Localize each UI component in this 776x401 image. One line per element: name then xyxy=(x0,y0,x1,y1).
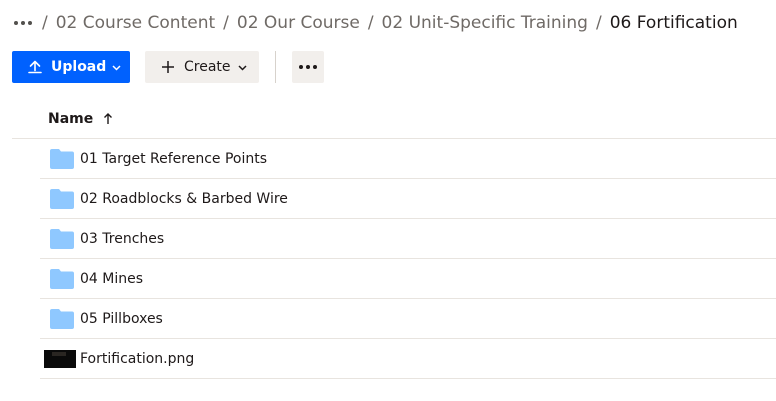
more-dot xyxy=(313,65,317,69)
more-dot xyxy=(306,65,310,69)
file-browser: / 02 Course Content / 02 Our Course / 02… xyxy=(0,0,776,401)
toolbar-divider xyxy=(275,51,276,83)
name-column-label: Name xyxy=(48,111,94,127)
more-dot xyxy=(299,65,303,69)
plus-icon xyxy=(160,59,176,75)
folder-icon xyxy=(46,227,78,251)
breadcrumb-separator: / xyxy=(223,13,229,33)
folder-icon xyxy=(46,187,78,211)
toolbar: Upload Create xyxy=(12,51,324,83)
breadcrumb-separator: / xyxy=(42,13,48,33)
upload-button-label: Upload xyxy=(51,59,107,75)
breadcrumb-item[interactable]: 02 Our Course xyxy=(237,10,360,36)
folder-icon xyxy=(46,267,78,291)
list-item[interactable]: 01 Target Reference Points xyxy=(40,139,776,179)
chevron-down-icon xyxy=(111,62,122,73)
folder-icon xyxy=(46,307,78,331)
list-item[interactable]: 03 Trenches xyxy=(40,219,776,259)
breadcrumb-current-folder: 06 Fortification xyxy=(609,13,738,33)
breadcrumb-item[interactable]: 02 Unit-Specific Training xyxy=(382,10,588,36)
item-name: 02 Roadblocks & Barbed Wire xyxy=(80,190,288,207)
upload-button[interactable]: Upload xyxy=(12,51,130,83)
create-button[interactable]: Create xyxy=(145,51,259,83)
image-thumbnail xyxy=(44,349,76,368)
item-name: 01 Target Reference Points xyxy=(80,150,268,167)
list-item[interactable]: Fortification.png xyxy=(40,339,776,379)
list-item[interactable]: 04 Mines xyxy=(40,259,776,299)
chevron-down-icon xyxy=(237,62,248,73)
item-name: 04 Mines xyxy=(80,270,144,287)
list-item[interactable]: 02 Roadblocks & Barbed Wire xyxy=(40,179,776,219)
name-column-header[interactable]: Name xyxy=(48,111,113,127)
item-name: Fortification.png xyxy=(80,350,195,367)
list-item[interactable]: 05 Pillboxes xyxy=(40,299,776,339)
breadcrumb-item[interactable]: 02 Course Content xyxy=(56,10,215,36)
upload-icon xyxy=(27,59,43,75)
create-button-label: Create xyxy=(184,59,231,75)
list-header: Name xyxy=(12,104,776,139)
file-list: 01 Target Reference Points 02 Roadblocks… xyxy=(40,139,776,379)
folder-icon xyxy=(46,147,78,171)
sort-ascending-icon xyxy=(103,113,113,125)
breadcrumb: / 02 Course Content / 02 Our Course / 02… xyxy=(14,10,738,36)
more-actions-button[interactable] xyxy=(292,51,324,83)
breadcrumb-more-icon[interactable] xyxy=(14,10,34,36)
breadcrumb-separator: / xyxy=(595,13,602,33)
breadcrumb-separator: / xyxy=(367,13,374,33)
item-name: 03 Trenches xyxy=(80,230,165,247)
item-name: 05 Pillboxes xyxy=(80,310,163,327)
